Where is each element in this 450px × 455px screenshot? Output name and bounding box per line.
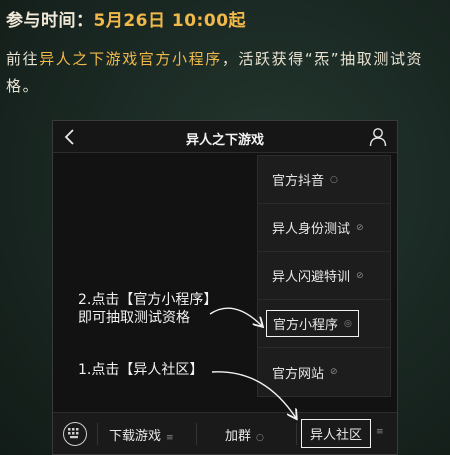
arrow-to-community: [211, 371, 296, 418]
arrow-to-mini-program: [209, 307, 262, 326]
annotation-arrows: [209, 307, 450, 455]
